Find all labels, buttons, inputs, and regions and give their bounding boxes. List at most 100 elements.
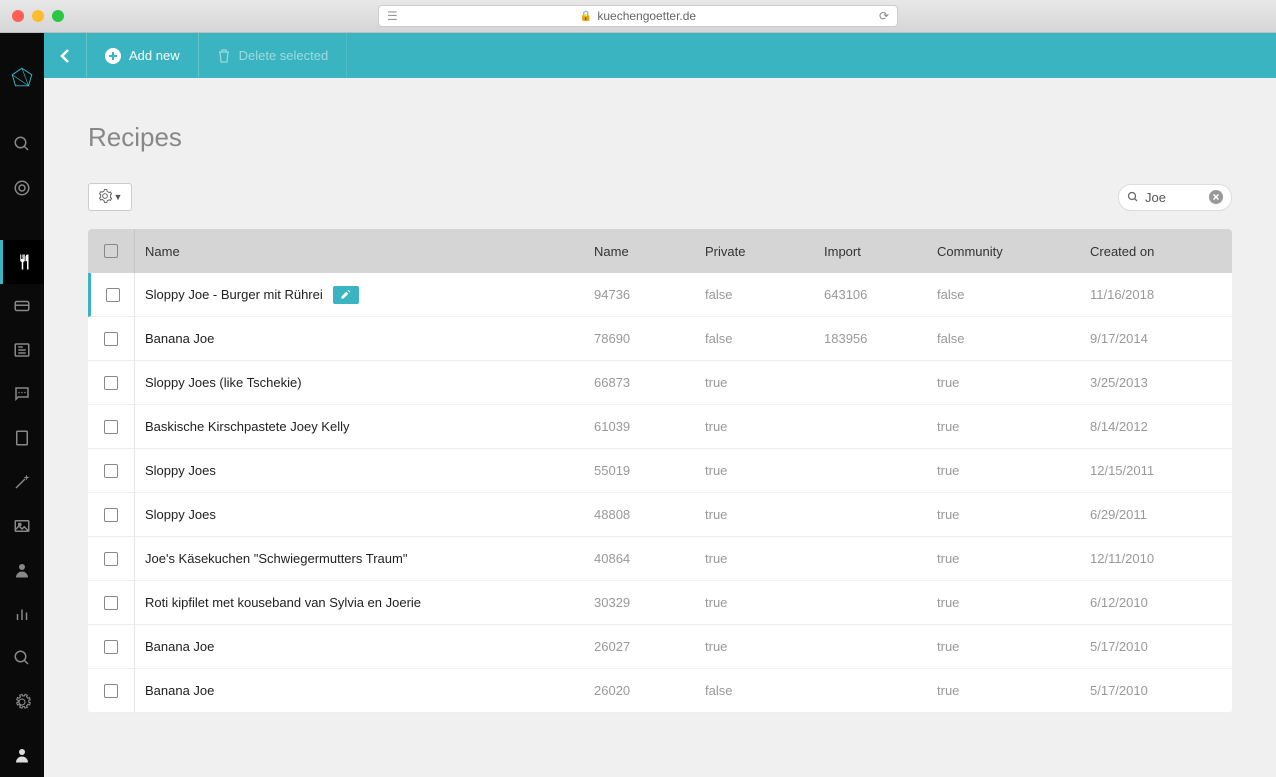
- row-private: true: [695, 463, 814, 478]
- row-id: 26027: [584, 639, 695, 654]
- sidebar-user[interactable]: [0, 548, 44, 592]
- row-created: 5/17/2010: [1080, 639, 1230, 654]
- table-row[interactable]: Banana Joe 26020 false true 5/17/2010: [88, 669, 1232, 713]
- row-private: true: [695, 551, 814, 566]
- table-row[interactable]: Joe's Käsekuchen "Schwiegermutters Traum…: [88, 537, 1232, 581]
- sidebar-document[interactable]: [0, 416, 44, 460]
- sidebar-search2[interactable]: [0, 636, 44, 680]
- header-import[interactable]: Import: [814, 244, 927, 259]
- pencil-icon: [340, 289, 351, 300]
- row-checkbox[interactable]: [104, 596, 118, 610]
- sidebar-cards[interactable]: [0, 284, 44, 328]
- logo-icon: [9, 65, 35, 91]
- sidebar-wand[interactable]: [0, 460, 44, 504]
- row-created: 3/25/2013: [1080, 375, 1230, 390]
- minimize-window-button[interactable]: [32, 10, 44, 22]
- table-row[interactable]: Baskische Kirschpastete Joey Kelly 61039…: [88, 405, 1232, 449]
- header-created[interactable]: Created on: [1080, 244, 1230, 259]
- sidebar-target[interactable]: [0, 166, 44, 210]
- table-header: Name Name Private Import Community Creat…: [88, 229, 1232, 273]
- row-checkbox[interactable]: [104, 640, 118, 654]
- caret-down-icon: ▼: [114, 192, 123, 202]
- edit-button[interactable]: [333, 286, 359, 304]
- sidebar-image[interactable]: [0, 504, 44, 548]
- row-name: Roti kipfilet met kouseband van Sylvia e…: [135, 595, 584, 610]
- row-private: false: [695, 287, 814, 302]
- sidebar-stats[interactable]: [0, 592, 44, 636]
- row-checkbox-cell: [88, 537, 135, 580]
- row-checkbox[interactable]: [104, 508, 118, 522]
- sidebar-comments[interactable]: [0, 372, 44, 416]
- row-name: Banana Joe: [135, 331, 584, 346]
- row-private: true: [695, 507, 814, 522]
- back-button[interactable]: [44, 33, 87, 78]
- row-checkbox[interactable]: [104, 464, 118, 478]
- delete-selected-button[interactable]: Delete selected: [199, 33, 348, 78]
- sidebar-settings[interactable]: [0, 680, 44, 724]
- header-name1[interactable]: Name: [135, 244, 584, 259]
- row-id: 78690: [584, 331, 695, 346]
- header-name2[interactable]: Name: [584, 244, 695, 259]
- select-all-checkbox[interactable]: [104, 244, 118, 258]
- row-checkbox[interactable]: [104, 684, 118, 698]
- table-row[interactable]: Sloppy Joe - Burger mit Rührei 94736 fal…: [88, 273, 1232, 317]
- table-row[interactable]: Banana Joe 78690 false 183956 false 9/17…: [88, 317, 1232, 361]
- row-id: 48808: [584, 507, 695, 522]
- traffic-lights: [12, 10, 64, 22]
- header-checkbox-cell: [88, 229, 135, 273]
- row-checkbox[interactable]: [104, 552, 118, 566]
- logo[interactable]: [0, 33, 44, 122]
- row-id: 94736: [584, 287, 695, 302]
- row-private: false: [695, 683, 814, 698]
- row-created: 6/12/2010: [1080, 595, 1230, 610]
- maximize-window-button[interactable]: [52, 10, 64, 22]
- row-created: 11/16/2018: [1080, 287, 1230, 302]
- row-checkbox-cell: [88, 361, 135, 404]
- delete-selected-label: Delete selected: [239, 48, 329, 63]
- toolbar: Add new Delete selected: [44, 33, 1276, 78]
- sidebar-profile[interactable]: [0, 733, 44, 777]
- sidebar-news[interactable]: [0, 328, 44, 372]
- row-private: true: [695, 639, 814, 654]
- row-checkbox[interactable]: [104, 332, 118, 346]
- sidebar-search[interactable]: [0, 122, 44, 166]
- table-row[interactable]: Sloppy Joes (like Tschekie) 66873 true t…: [88, 361, 1232, 405]
- row-checkbox-cell: [88, 581, 135, 624]
- row-created: 5/17/2010: [1080, 683, 1230, 698]
- row-created: 8/14/2012: [1080, 419, 1230, 434]
- row-community: true: [927, 639, 1080, 654]
- row-community: false: [927, 287, 1080, 302]
- row-id: 66873: [584, 375, 695, 390]
- row-import: 643106: [814, 287, 927, 302]
- url-bar[interactable]: ☰ 🔒 kuechengoetter.de ⟳: [378, 5, 898, 27]
- browser-chrome: ☰ 🔒 kuechengoetter.de ⟳: [0, 0, 1276, 33]
- add-new-button[interactable]: Add new: [87, 33, 199, 78]
- refresh-icon[interactable]: ⟳: [879, 9, 889, 23]
- row-created: 9/17/2014: [1080, 331, 1230, 346]
- search-input[interactable]: [1145, 190, 1195, 205]
- trash-icon: [217, 49, 231, 63]
- table-row[interactable]: Sloppy Joes 48808 true true 6/29/2011: [88, 493, 1232, 537]
- row-checkbox[interactable]: [104, 420, 118, 434]
- row-id: 40864: [584, 551, 695, 566]
- row-private: true: [695, 419, 814, 434]
- row-name: Joe's Käsekuchen "Schwiegermutters Traum…: [135, 551, 584, 566]
- header-community[interactable]: Community: [927, 244, 1080, 259]
- table-search[interactable]: [1118, 184, 1232, 211]
- row-community: true: [927, 683, 1080, 698]
- table-settings-button[interactable]: ▼: [88, 183, 132, 211]
- row-created: 12/15/2011: [1080, 463, 1230, 478]
- row-created: 6/29/2011: [1080, 507, 1230, 522]
- clear-search-button[interactable]: [1209, 190, 1223, 204]
- table-row[interactable]: Banana Joe 26027 true true 5/17/2010: [88, 625, 1232, 669]
- row-name: Banana Joe: [135, 683, 584, 698]
- table-row[interactable]: Sloppy Joes 55019 true true 12/15/2011: [88, 449, 1232, 493]
- row-checkbox[interactable]: [106, 288, 120, 302]
- reader-icon[interactable]: ☰: [387, 9, 398, 23]
- header-private[interactable]: Private: [695, 244, 814, 259]
- close-window-button[interactable]: [12, 10, 24, 22]
- row-checkbox[interactable]: [104, 376, 118, 390]
- row-community: false: [927, 331, 1080, 346]
- table-row[interactable]: Roti kipfilet met kouseband van Sylvia e…: [88, 581, 1232, 625]
- sidebar-recipes[interactable]: [0, 240, 44, 284]
